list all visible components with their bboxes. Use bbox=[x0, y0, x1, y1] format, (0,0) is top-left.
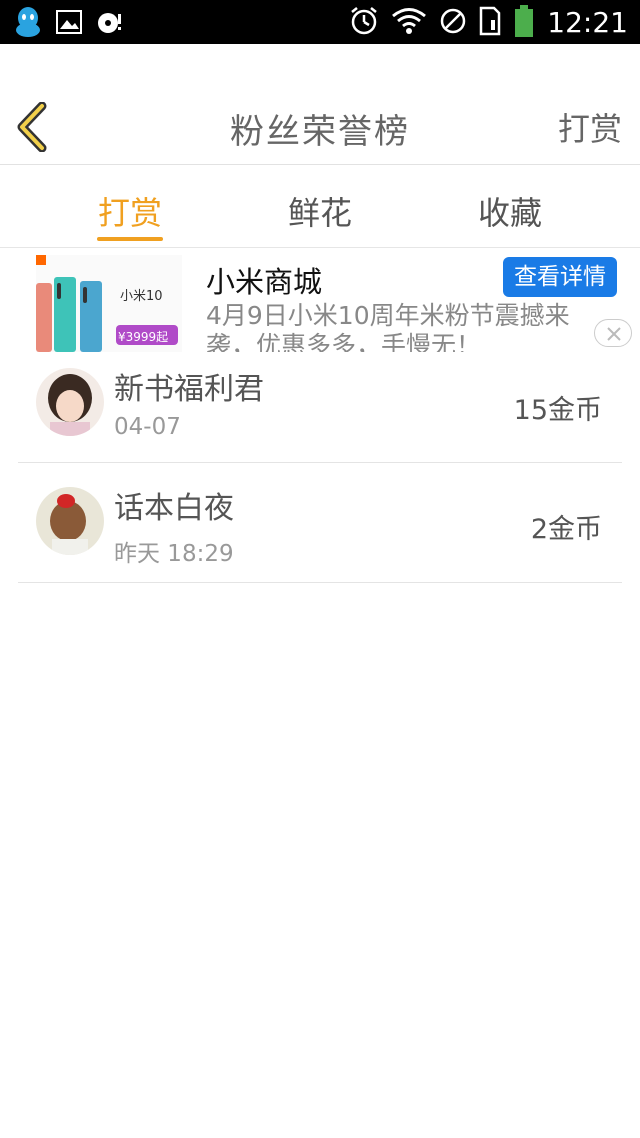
wifi-icon bbox=[391, 7, 427, 39]
user-time: 昨天 18:29 bbox=[114, 541, 234, 567]
tab-bar: 打赏 鲜花 收藏 bbox=[0, 166, 640, 248]
ad-image-product: 小米10 bbox=[120, 289, 163, 304]
status-time: 12:21 bbox=[547, 6, 628, 39]
reward-amount: 15金币 bbox=[513, 395, 602, 426]
sim-icon bbox=[479, 6, 501, 40]
ad-image[interactable]: 小米10 ¥3999起 bbox=[36, 255, 182, 352]
ad-close-button[interactable] bbox=[594, 319, 632, 347]
page-title: 粉丝荣誉榜 bbox=[230, 112, 410, 152]
alarm-icon bbox=[349, 6, 379, 40]
status-bar: 12:21 bbox=[0, 0, 640, 44]
blocked-icon bbox=[439, 7, 467, 39]
reward-button[interactable]: 打赏 bbox=[558, 104, 622, 150]
image-icon bbox=[56, 10, 82, 38]
active-tab-indicator bbox=[97, 237, 163, 241]
tab-favorites[interactable]: 收藏 bbox=[450, 188, 570, 234]
user-name: 话本白夜 bbox=[114, 491, 234, 526]
avatar[interactable] bbox=[36, 487, 104, 555]
qq-icon bbox=[14, 6, 42, 42]
ad-banner[interactable]: 小米10 ¥3999起 小米商城 4月9日小米10周年米粉节震撼来袭，优惠多多，… bbox=[0, 249, 640, 352]
user-name: 新书福利君 bbox=[114, 372, 264, 407]
status-bar-left bbox=[14, 6, 128, 42]
close-icon bbox=[595, 327, 633, 352]
music-icon bbox=[96, 8, 128, 40]
reward-amount: 2金币 bbox=[530, 514, 602, 545]
ad-image-price: ¥3999起 bbox=[118, 330, 169, 344]
tab-flowers[interactable]: 鲜花 bbox=[260, 188, 380, 234]
ad-description: 4月9日小米10周年米粉节震撼来袭，优惠多多，手慢无！ bbox=[206, 301, 570, 352]
user-time: 04-07 bbox=[114, 414, 181, 440]
ad-details-button[interactable]: 查看详情 bbox=[503, 257, 617, 297]
avatar[interactable] bbox=[36, 368, 104, 436]
ad-title: 小米商城 bbox=[206, 265, 323, 299]
list-item[interactable]: 新书福利君 04-07 15金币 bbox=[18, 352, 622, 463]
status-bar-right: 12:21 bbox=[349, 4, 628, 42]
app-header: 粉丝荣誉榜 打赏 bbox=[0, 44, 640, 165]
tab-reward[interactable]: 打赏 bbox=[70, 188, 190, 234]
battery-icon bbox=[513, 4, 535, 42]
list-item[interactable]: 话本白夜 昨天 18:29 2金币 bbox=[18, 463, 622, 583]
